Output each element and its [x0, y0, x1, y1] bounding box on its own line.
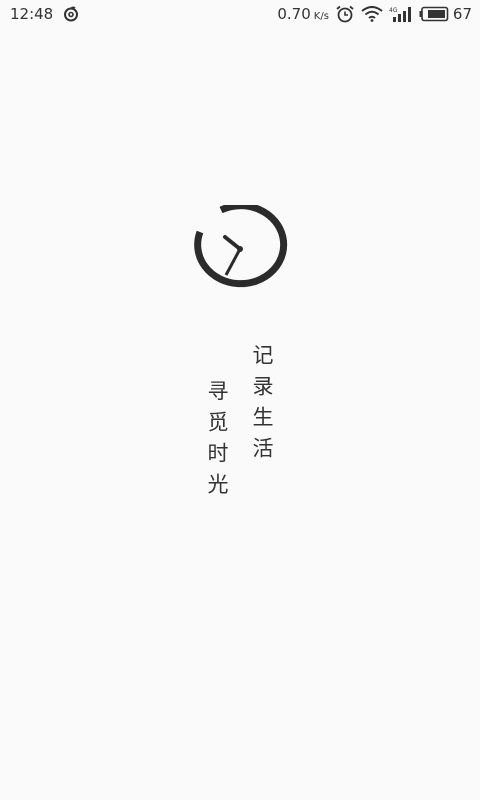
- network-type-label: 4G: [389, 7, 398, 14]
- status-time: 12:48: [10, 5, 54, 23]
- netease-music-icon: [63, 6, 79, 22]
- clock-logo-icon: [194, 205, 288, 288]
- network-speed-value: 0.70: [277, 5, 311, 23]
- splash-screen: 12:48 0.70 K/s 4G 67 记录生活 寻觅时光: [0, 0, 480, 800]
- slogan-record-life: 记录生活: [250, 344, 274, 468]
- cellular-signal-icon: 4G: [389, 6, 413, 22]
- status-bar: 12:48 0.70 K/s 4G 67: [0, 0, 480, 28]
- battery-level: 67: [452, 5, 472, 23]
- alarm-clock-icon: [335, 5, 355, 23]
- network-speed: 0.70 K/s: [277, 5, 329, 23]
- battery-icon: [419, 6, 449, 22]
- network-speed-unit: K/s: [313, 11, 329, 22]
- slogan-seek-time: 寻觅时光: [205, 380, 229, 504]
- status-bar-right: 0.70 K/s 4G 67: [271, 5, 472, 23]
- status-bar-left: 12:48: [10, 5, 79, 23]
- wifi-icon: [361, 6, 383, 22]
